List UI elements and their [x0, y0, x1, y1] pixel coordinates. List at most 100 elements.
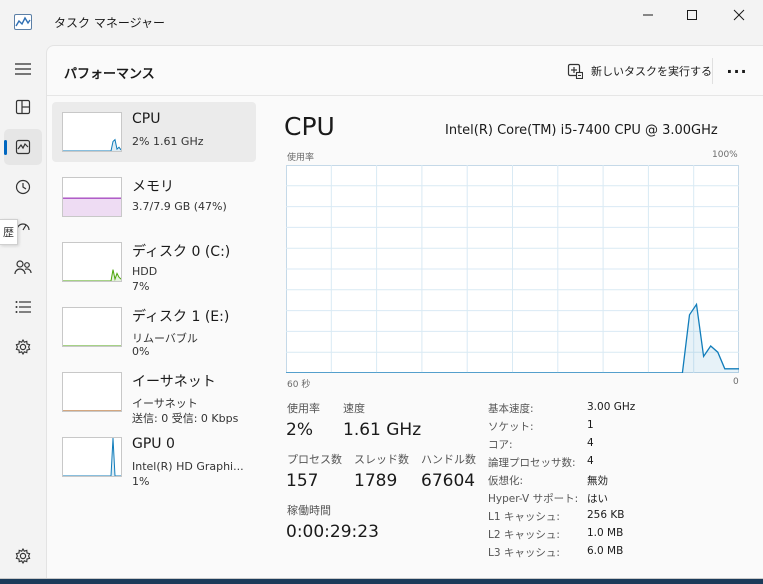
details-icon: [15, 301, 31, 313]
graph-bottom-left-label: 60 秒: [287, 380, 311, 390]
spec-value: はい: [587, 493, 608, 505]
device-item-gpu-0[interactable]: GPU 0 Intel(R) HD Graphi... 1%: [52, 427, 256, 488]
spec-label: L3 キャッシュ:: [488, 547, 560, 559]
device-name: メモリ: [132, 179, 174, 195]
app-history-icon: [15, 179, 31, 195]
close-icon: [733, 9, 745, 21]
hamburger-menu-icon: [15, 63, 31, 75]
performance-icon: [15, 139, 31, 155]
header-separator: [712, 58, 713, 84]
settings-icon: [15, 548, 31, 564]
device-thumbnail: [62, 242, 122, 282]
run-task-label: 新しいタスクを実行する: [591, 65, 712, 78]
threads-value: 1789: [354, 471, 398, 491]
minimize-button[interactable]: [625, 0, 671, 30]
spec-label: L1 キャッシュ:: [488, 511, 560, 523]
device-thumbnail: [62, 177, 122, 217]
device-name: イーサネット: [132, 374, 216, 390]
close-button[interactable]: [716, 0, 762, 30]
handles-label: ハンドル数: [421, 453, 476, 466]
device-item-memory[interactable]: メモリ 3.7/7.9 GB (47%): [52, 167, 256, 227]
spec-label: 基本速度:: [488, 403, 534, 415]
run-new-task-button[interactable]: 新しいタスクを実行する: [561, 58, 718, 84]
spec-value: 4: [587, 437, 594, 449]
nav-performance[interactable]: [4, 129, 42, 165]
graph-bottom-right-label: 0: [733, 377, 739, 387]
navigation-rail: 歴: [0, 45, 46, 578]
cpu-model: Intel(R) Core(TM) i5-7400 CPU @ 3.00GHz: [445, 123, 718, 138]
device-detail-line: 0%: [132, 345, 150, 358]
device-thumbnail: [62, 112, 122, 152]
device-spark-fill: [63, 198, 121, 216]
cpu-usage-graph: [286, 165, 739, 373]
spec-value: 4: [587, 455, 594, 467]
spec-value: 6.0 MB: [587, 545, 624, 557]
active-indicator: [4, 140, 7, 155]
speed-value: 1.61 GHz: [343, 420, 422, 440]
uptime-label: 稼働時間: [287, 504, 331, 517]
device-thumbnail: [62, 437, 122, 477]
device-thumbnail: [62, 307, 122, 347]
run-task-icon: [567, 63, 583, 79]
content-panel: パフォーマンス 新しいタスクを実行する ··· CPU 2% 1.61 GHz メモ…: [46, 45, 763, 578]
settings-button[interactable]: [10, 545, 36, 567]
speed-label: 速度: [343, 402, 365, 415]
uptime-value: 0:00:29:23: [286, 522, 379, 542]
device-item-disk-0[interactable]: ディスク 0 (C:) HDD 7%: [52, 232, 256, 293]
device-detail-line: 送信: 0 受信: 0 Kbps: [132, 412, 239, 425]
device-detail-line: 7%: [132, 280, 150, 293]
device-name: ディスク 0 (C:): [132, 244, 231, 260]
processes-icon: [15, 99, 31, 115]
maximize-icon: [687, 10, 697, 20]
graph-top-right-label: 100%: [712, 150, 738, 160]
device-name: ディスク 1 (E:): [132, 309, 230, 325]
services-icon: [15, 339, 31, 355]
page-title: パフォーマンス: [64, 67, 155, 82]
maximize-button[interactable]: [669, 0, 715, 30]
spec-label: コア:: [488, 439, 513, 451]
nav-users[interactable]: [4, 249, 42, 285]
device-detail-line: 2% 1.61 GHz: [132, 135, 204, 148]
device-detail-line: 3.7/7.9 GB (47%): [132, 200, 227, 213]
more-options-button[interactable]: ···: [723, 58, 751, 84]
processes-label: プロセス数: [287, 453, 342, 466]
usage-value: 2%: [286, 420, 313, 440]
window-title: タスク マネージャー: [54, 16, 165, 30]
processes-value: 157: [286, 471, 319, 491]
device-detail-line: リムーバブル: [132, 332, 198, 345]
task-manager-app-icon: [14, 14, 32, 30]
device-item-cpu[interactable]: CPU 2% 1.61 GHz: [52, 102, 256, 162]
spec-value: 無効: [587, 475, 608, 487]
title-bar: タスク マネージャー: [0, 0, 763, 45]
users-icon: [14, 260, 32, 275]
spec-label: ソケット:: [488, 421, 534, 433]
graph-top-left-label: 使用率: [287, 153, 315, 163]
device-name: GPU 0: [132, 436, 175, 452]
threads-label: スレッド数: [354, 453, 409, 466]
nav-services[interactable]: [4, 329, 42, 365]
spec-value: 256 KB: [587, 509, 625, 521]
device-detail-line: Intel(R) HD Graphi...: [132, 460, 244, 473]
spec-label: Hyper-V サポート:: [488, 493, 579, 505]
spec-label: 論理プロセッサ数:: [488, 457, 576, 469]
detail-title: CPU: [284, 112, 335, 141]
task-manager-window: タスク マネージャー 歴 パフォーマンス 新しいタスクを実行する ··· CPU…: [0, 0, 763, 579]
page-header: パフォーマンス 新しいタスクを実行する ···: [47, 46, 763, 96]
device-item-ethernet[interactable]: イーサネット イーサネット 送信: 0 受信: 0 Kbps: [52, 362, 256, 425]
spec-value: 1: [587, 419, 594, 431]
nav-details[interactable]: [4, 289, 42, 325]
spec-value: 3.00 GHz: [587, 401, 636, 413]
device-thumbnail: [62, 372, 122, 412]
handles-value: 67604: [421, 471, 476, 491]
hamburger-menu-button[interactable]: [4, 51, 42, 87]
device-detail-line: 1%: [132, 475, 150, 488]
device-detail-line: イーサネット: [132, 397, 198, 410]
spec-value: 1.0 MB: [587, 527, 624, 539]
nav-app-history[interactable]: [4, 169, 42, 205]
device-item-disk-1[interactable]: ディスク 1 (E:) リムーバブル 0%: [52, 297, 256, 358]
minimize-icon: [643, 14, 653, 16]
nav-processes[interactable]: [4, 89, 42, 125]
spec-label: L2 キャッシュ:: [488, 529, 560, 541]
device-name: CPU: [132, 111, 161, 127]
tooltip-fragment: 歴: [0, 219, 18, 245]
